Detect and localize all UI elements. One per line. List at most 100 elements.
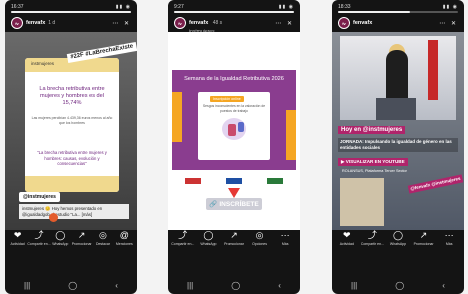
action-promote[interactable]: ↗ Promocionar	[224, 231, 244, 257]
story-heading[interactable]: Hoy en @instmujeres	[338, 126, 406, 134]
phone-story-3: 18:33 ▮▮ ◉ fv fenvafx ⋯ ✕ Hoy en @instmu…	[332, 0, 464, 294]
status-time: 18:33	[338, 3, 351, 10]
action-label: Promocionar	[71, 242, 92, 246]
action-mentions[interactable]: @ Menciones	[114, 231, 134, 257]
account-name[interactable]: fenvafx	[353, 20, 372, 26]
action-label: Promocionar	[224, 242, 244, 246]
action-activity[interactable]: ❤ Actividad	[8, 231, 28, 257]
action-label: Destacar	[95, 242, 110, 246]
home-icon[interactable]: ◯	[68, 281, 77, 290]
back-icon[interactable]: ‹	[115, 281, 118, 290]
trend-icon: ↗	[419, 230, 428, 240]
story-subtext: ROLANSUS, Plataforma Tercer Sector	[342, 169, 407, 173]
action-label: Menciones	[115, 242, 133, 246]
event-banner[interactable]: Semana de la Igualdad Retributiva 2026 I…	[172, 70, 296, 170]
action-whatsapp[interactable]: ◯ WhatsApp	[50, 231, 70, 257]
story-menu-icons[interactable]: ⋯ ✕	[439, 20, 458, 27]
illustration-figure	[228, 124, 236, 136]
status-bar: 9:27 ▮▮ ◉	[174, 2, 294, 11]
action-label: WhatsApp	[52, 242, 69, 246]
phone-story-2: 9:27 ▮▮ ◉ fv fenvafx 48 s instmujeres ⋯ …	[168, 0, 300, 294]
banner-badge: Inscripción online	[210, 96, 244, 102]
trend-icon: ↗	[77, 230, 86, 240]
screenshot-collage: 16:37 ▮▮ ◉ fv fenvafx 1 d ⋯ ✕ instmujere…	[0, 0, 468, 294]
story-time: 1 d	[48, 20, 56, 26]
story-header: fv fenvafx 1 d ⋯ ✕	[11, 15, 131, 31]
speaker-figure	[386, 50, 408, 100]
action-promote[interactable]: ↗ Promocionar	[72, 231, 92, 257]
home-icon[interactable]: ◯	[395, 281, 404, 290]
event-thumbnail	[340, 178, 384, 226]
status-time: 16:37	[11, 3, 24, 10]
story-menu-icons[interactable]: ⋯ ✕	[112, 20, 131, 27]
decor-band	[172, 92, 182, 142]
card-title: La brecha retributiva entre mujeres y ho…	[39, 86, 105, 106]
action-whatsapp[interactable]: ◯ WhatsApp	[198, 231, 218, 257]
options-icon: ◎	[255, 230, 264, 240]
story-menu-icons[interactable]: ⋯ ✕	[275, 20, 294, 27]
account-name[interactable]: fenvafx	[189, 20, 208, 26]
action-label: Compartir en...	[27, 242, 51, 246]
story-header: fv fenvafx ⋯ ✕	[338, 15, 458, 31]
shared-post-card[interactable]: instmujeres La brecha retributiva entre …	[25, 58, 119, 192]
action-options[interactable]: ◎ Opciones	[250, 231, 270, 257]
share-icon: ⤴	[178, 230, 188, 240]
back-icon[interactable]: ‹	[278, 281, 281, 290]
trend-icon: ↗	[230, 230, 238, 240]
status-icons: ▮▮ ◉	[442, 3, 458, 10]
android-nav-bar: ||| ◯ ‹	[332, 276, 464, 294]
action-label: Compartir en...	[360, 242, 384, 246]
home-icon[interactable]: ◯	[231, 281, 240, 290]
account-name[interactable]: fenvafx	[26, 20, 45, 26]
mention-sticker[interactable]: @instmujeres	[19, 192, 60, 202]
heart-icon: ❤	[13, 230, 22, 240]
flag	[428, 40, 438, 100]
more-icon: ⋯	[280, 230, 290, 240]
card-bottom-band	[25, 176, 119, 192]
recents-icon[interactable]: |||	[24, 281, 30, 290]
youtube-link-sticker[interactable]: ▶ VISUALIZAR EN YOUTUBE	[338, 158, 408, 166]
action-label: WhatsApp	[389, 242, 407, 246]
android-nav-bar: ||| ◯ ‹	[5, 276, 137, 294]
action-share[interactable]: ⤴ Compartir en...	[27, 230, 51, 257]
action-more[interactable]: ⋯ Más	[275, 231, 295, 257]
card-brand: instmujeres	[31, 61, 55, 66]
action-highlight[interactable]: ◎ Destacar	[93, 231, 113, 257]
story-progress	[11, 11, 131, 13]
android-nav-bar: ||| ◯ ‹	[168, 276, 300, 294]
recents-icon[interactable]: |||	[351, 281, 357, 290]
logo	[184, 178, 201, 184]
action-label: Más	[281, 242, 289, 246]
story-action-bar: ❤ Actividad ⤴ Compartir en... ◯ WhatsApp ↗ P…	[5, 231, 137, 257]
action-whatsapp[interactable]: ◯ WhatsApp	[388, 231, 408, 257]
avatar[interactable]: fv	[338, 17, 350, 29]
avatar[interactable]: fv	[174, 17, 186, 29]
post-caption[interactable]: instmujeres 😊 Hoy hemos presentado en @i…	[19, 204, 129, 219]
touch-indicator	[49, 213, 58, 222]
avatar[interactable]: fv	[11, 17, 23, 29]
share-icon: ⤴	[34, 230, 44, 240]
more-icon: ⋯	[444, 230, 454, 240]
story-text: JORNADA: Impulsando la igualdad de géner…	[338, 138, 458, 152]
back-icon[interactable]: ‹	[442, 281, 445, 290]
story-action-bar: ⤴ Compartir en... ◯ WhatsApp ↗ Promocionar …	[168, 231, 300, 257]
banner-title: Semana de la Igualdad Retributiva 2026	[184, 76, 284, 82]
action-promote[interactable]: ↗ Promocionar	[414, 231, 434, 257]
share-icon: ⤴	[367, 230, 377, 240]
action-share[interactable]: ⤴ Compartir en...	[171, 230, 194, 257]
card-quote: "La brecha retributiva entre mujeres y h…	[37, 150, 107, 167]
highlight-icon: ◎	[99, 230, 107, 240]
banner-card: Inscripción online Sesgos inconscientes …	[198, 92, 270, 160]
action-label: Actividad	[10, 242, 25, 246]
card-body: Las mujeres percibían 4.439,36 euros men…	[31, 116, 113, 125]
recents-icon[interactable]: |||	[187, 281, 193, 290]
story-progress	[338, 11, 458, 13]
action-activity[interactable]: ❤ Actividad	[337, 231, 357, 257]
action-share[interactable]: ⤴ Compartir en...	[360, 230, 384, 257]
signup-link-sticker[interactable]: 🔗 INSCRÍBETE	[206, 198, 262, 210]
logo	[225, 178, 242, 184]
story-action-bar: ❤ Actividad ⤴ Compartir en... ◯ WhatsApp ↗ P…	[332, 231, 464, 257]
at-icon: @	[119, 230, 129, 240]
action-more[interactable]: ⋯ Más	[439, 231, 459, 257]
cta-label: INSCRÍBETE	[219, 200, 259, 208]
